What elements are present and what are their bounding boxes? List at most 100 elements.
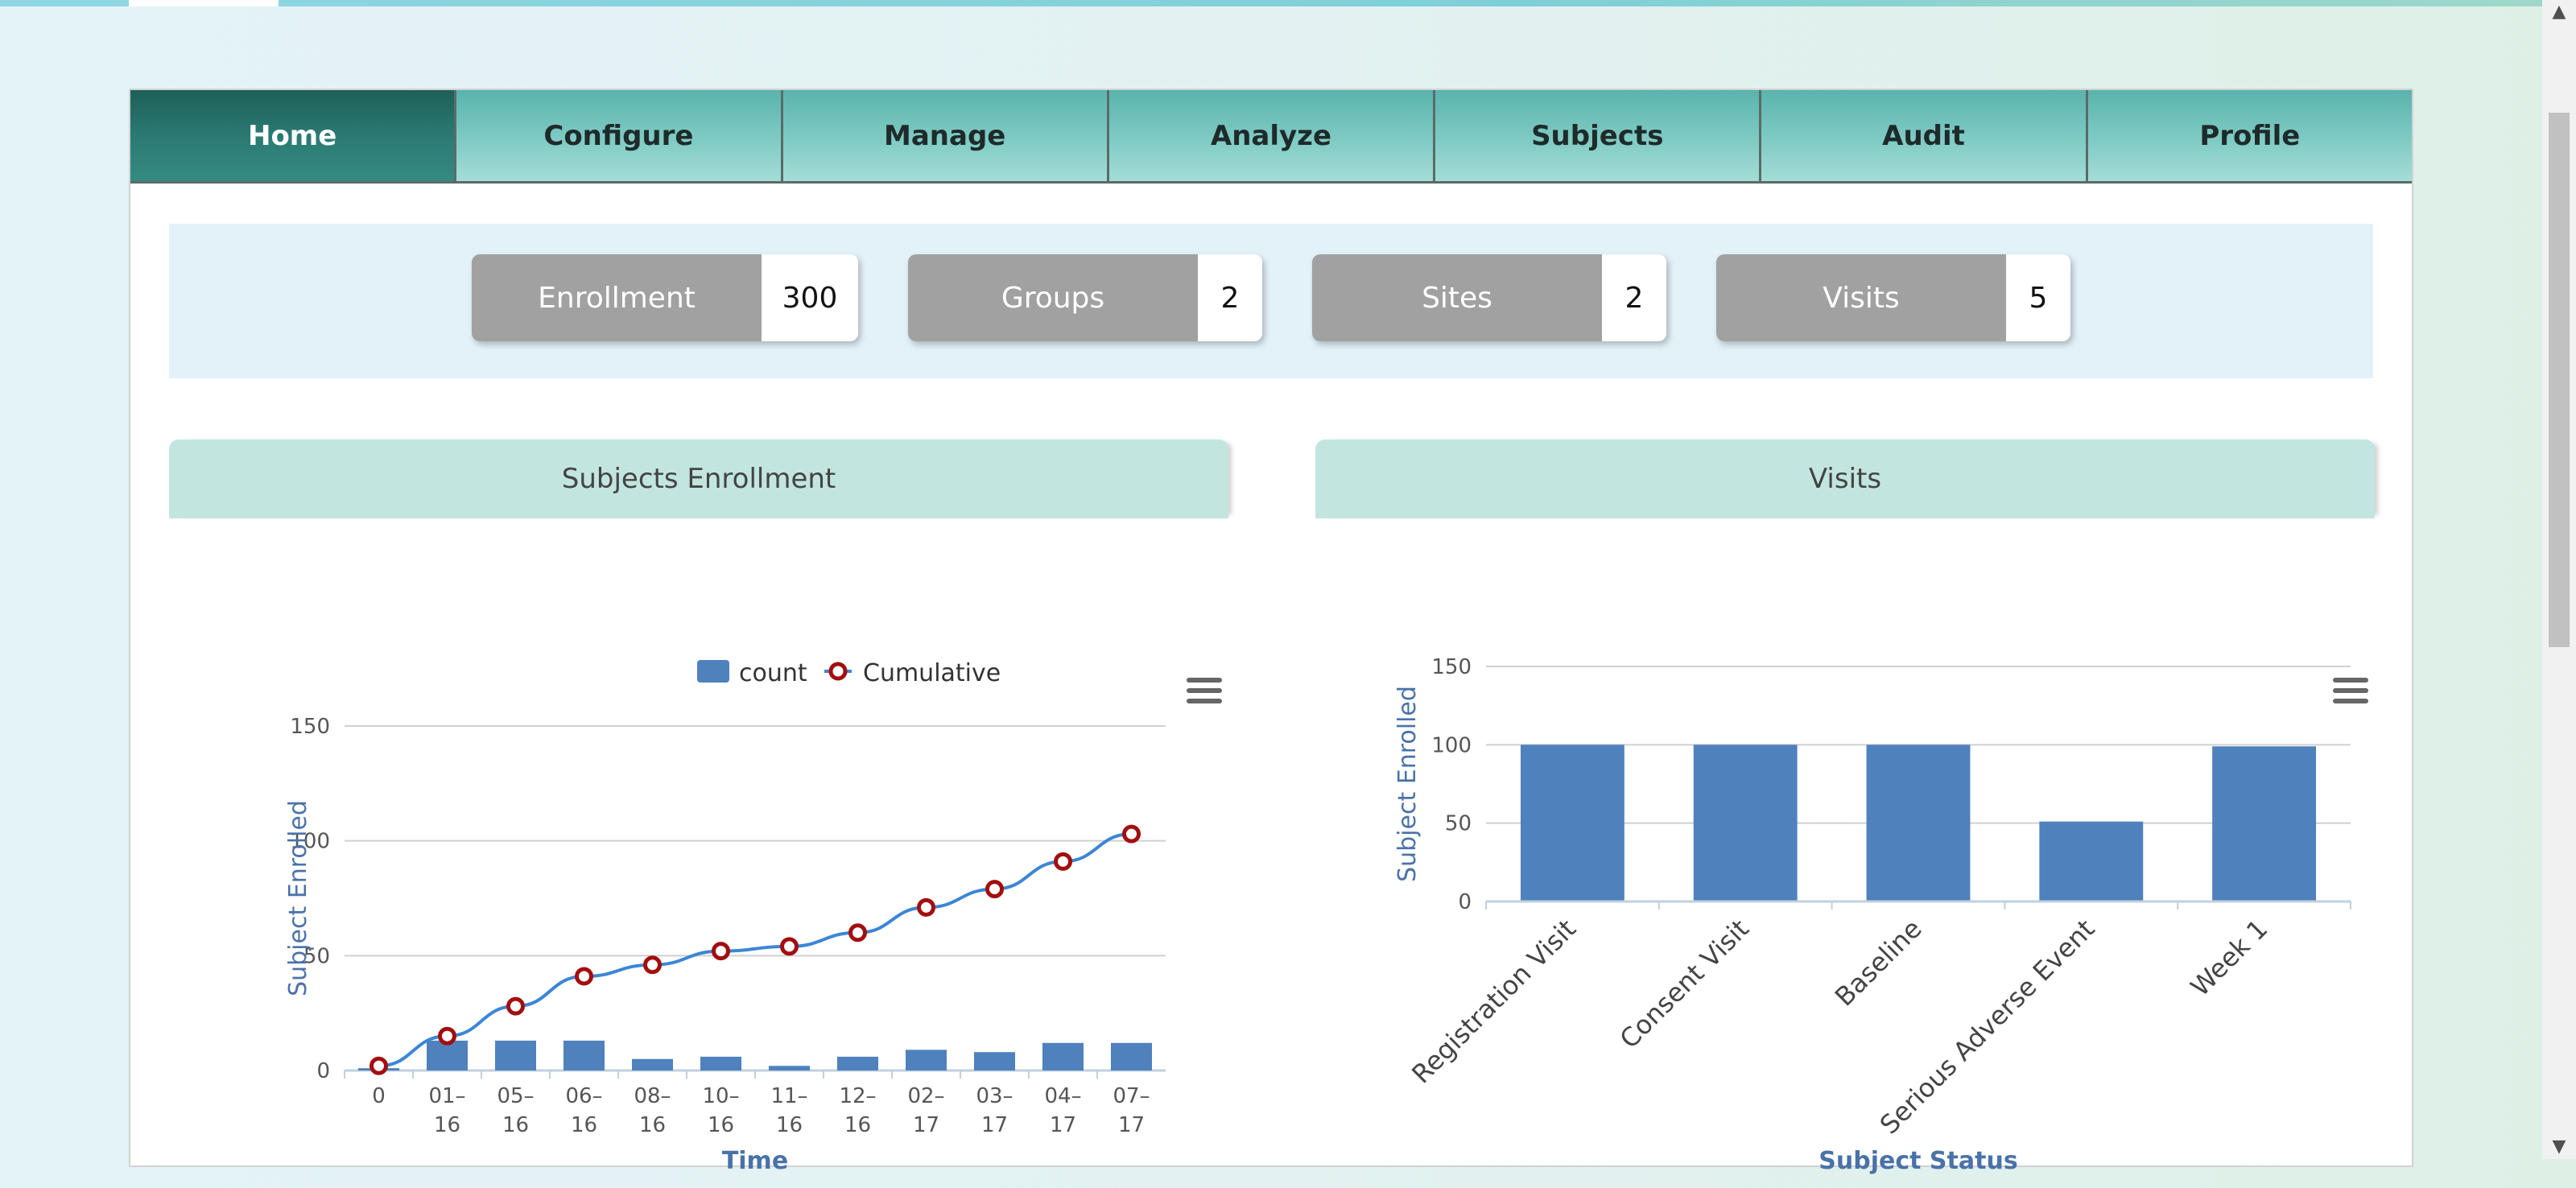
cumulative-point <box>506 996 525 1016</box>
x-tick-label: 11– <box>770 1084 807 1108</box>
x-tick-label: 03– <box>976 1084 1013 1108</box>
x-tick-label: 16 <box>434 1113 460 1137</box>
bar-visits <box>2039 821 2144 901</box>
x-tick-label: 17 <box>1118 1113 1145 1137</box>
x-tick-label: 16 <box>708 1113 734 1137</box>
x-tick-label: 07– <box>1113 1084 1150 1108</box>
cumulative-point <box>1122 824 1141 844</box>
x-tick-label: 17 <box>913 1113 939 1137</box>
x-tick-label: 16 <box>502 1113 529 1137</box>
x-tick-label: 16 <box>571 1113 597 1137</box>
y-tick-label: 50 <box>1445 812 1472 836</box>
bar-count <box>1111 1042 1152 1070</box>
bar-count <box>564 1040 605 1070</box>
cumulative-point <box>712 942 730 961</box>
stat-label: Visits <box>1716 254 2006 341</box>
cumulative-point <box>369 1056 388 1075</box>
x-tick-label: 17 <box>981 1113 1008 1137</box>
cumulative-point <box>438 1026 456 1046</box>
bar-count <box>837 1056 878 1070</box>
x-tick-label: 12– <box>839 1084 876 1108</box>
tab-manage[interactable]: Manage <box>782 90 1109 184</box>
bar-count <box>1042 1042 1084 1070</box>
hamburger-menu-icon[interactable] <box>2333 678 2368 707</box>
stats-band: Enrollment 300 Groups 2 Sites 2 Visits 5 <box>169 224 2373 378</box>
cumulative-point <box>780 937 799 956</box>
legend-cumulative-label: Cumulative <box>863 659 1001 687</box>
bar-count <box>906 1050 947 1070</box>
x-tick-label: 02– <box>907 1084 944 1108</box>
bar-visits <box>1693 745 1798 901</box>
top-accent-bar <box>0 0 2542 6</box>
tab-home[interactable]: Home <box>130 90 457 184</box>
y-tick-label: 150 <box>1431 655 1472 679</box>
scroll-down-icon[interactable]: ▼ <box>2542 1135 2576 1159</box>
x-tick-label: 06– <box>565 1084 602 1108</box>
x-tick-label: 16 <box>639 1113 666 1137</box>
x-tick-label: Baseline <box>1829 914 1928 1013</box>
x-tick-label: 01– <box>428 1084 465 1108</box>
tab-subjects[interactable]: Subjects <box>1435 90 1762 184</box>
enrollment-chart-svg: 0501001500 01–1605–1606–1608–1610–1611–16… <box>284 659 1166 1175</box>
hamburger-menu-icon[interactable] <box>1187 678 1222 707</box>
x-tick-label: 0 <box>372 1084 386 1108</box>
enrollment-chart: 0 50 100 150 0 01– 16 05– 16 06– 16 08– 16 10– 16 11– 16… <box>169 541 1228 1185</box>
stat-label: Groups <box>908 254 1198 341</box>
visits-chart: 0 50 100 150 Registration Visit Consent Visit… <box>1315 541 2375 1185</box>
x-tick-label: 08– <box>634 1084 671 1108</box>
tab-analyze[interactable]: Analyze <box>1108 90 1436 184</box>
cumulative-point <box>848 923 867 943</box>
x-axis-title: Time <box>722 1147 788 1175</box>
cumulative-point <box>643 955 662 975</box>
stat-sites[interactable]: Sites 2 <box>1312 254 1666 341</box>
tab-configure[interactable]: Configure <box>456 90 783 184</box>
tab-audit[interactable]: Audit <box>1761 90 2088 184</box>
x-tick-label: 16 <box>844 1113 871 1137</box>
legend-count-label: count <box>739 659 807 687</box>
logo-fragment <box>129 0 279 6</box>
stat-label: Enrollment <box>472 254 762 341</box>
stat-visits[interactable]: Visits 5 <box>1716 254 2070 341</box>
scroll-up-icon[interactable]: ▲ <box>2542 0 2576 24</box>
y-axis-title: Subject Enrolled <box>1393 686 1422 882</box>
visits-chart-svg: 0 50 100 150 Registration Visit Consent Visit… <box>1393 655 2351 1175</box>
bar-count <box>974 1052 1015 1070</box>
bar-visits <box>1866 745 1971 901</box>
scroll-thumb[interactable] <box>2549 113 2570 647</box>
bar-visits <box>1520 745 1624 901</box>
stat-value: 5 <box>2006 254 2070 341</box>
x-tick-label: Registration Visit <box>1406 914 1582 1090</box>
bar-count <box>495 1040 536 1070</box>
bar-count <box>700 1056 741 1070</box>
y-tick-label: 150 <box>290 715 330 739</box>
x-tick-label: 04– <box>1044 1084 1081 1108</box>
y-axis-title: Subject Enrolled <box>284 800 312 996</box>
x-axis-title: Subject Status <box>1818 1147 2017 1175</box>
y-tick-label: 100 <box>1431 733 1472 757</box>
stat-value: 300 <box>762 254 858 341</box>
stat-enrollment[interactable]: Enrollment 300 <box>472 254 858 341</box>
y-tick-label: 0 <box>316 1059 330 1083</box>
stat-value: 2 <box>1602 254 1666 341</box>
bar-count <box>769 1066 810 1070</box>
x-tick-label: 05– <box>497 1084 534 1108</box>
cumulative-line <box>378 832 1132 1068</box>
x-tick-label: Consent Visit <box>1614 914 1755 1054</box>
stat-groups[interactable]: Groups 2 <box>908 254 1262 341</box>
cumulative-point <box>985 880 1004 899</box>
scrollbar[interactable]: ▲ ▼ <box>2542 0 2576 1159</box>
stat-label: Sites <box>1312 254 1602 341</box>
cumulative-point <box>575 967 593 986</box>
bar-count <box>632 1058 673 1070</box>
enrollment-card-title: Subjects Enrollment <box>169 439 1228 518</box>
main-panel: Home Configure Manage Analyze Subjects A… <box>129 89 2413 1175</box>
cumulative-point <box>1054 852 1072 871</box>
legend-count-swatch <box>697 660 729 683</box>
stat-value: 2 <box>1198 254 1262 341</box>
cumulative-point <box>917 897 935 917</box>
tab-profile[interactable]: Profile <box>2087 90 2412 184</box>
x-tick-label: 16 <box>776 1113 803 1137</box>
y-tick-label: 0 <box>1458 890 1472 914</box>
bar-visits <box>2212 746 2317 901</box>
x-tick-label: Week 1 <box>2185 914 2273 1002</box>
